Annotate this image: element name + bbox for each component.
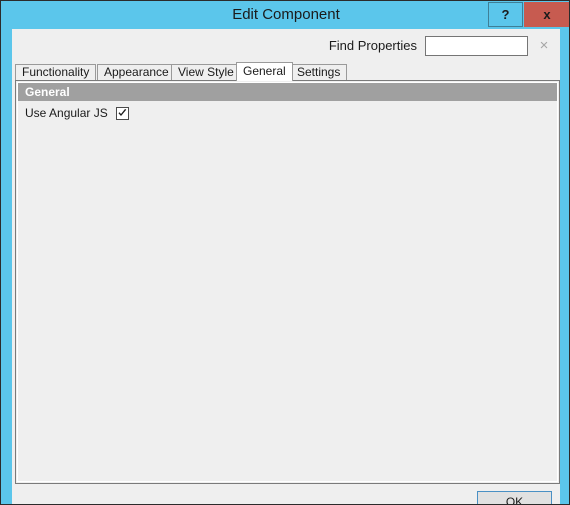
help-button[interactable]: ?: [488, 2, 523, 27]
tab-settings[interactable]: Settings: [290, 64, 348, 81]
title-bar: Edit Component ? x: [1, 1, 569, 29]
close-button[interactable]: x: [524, 2, 569, 27]
edit-component-dialog: Edit Component ? x Find Properties × Fun…: [0, 0, 570, 505]
tab-view-style[interactable]: View Style: [171, 64, 241, 81]
general-tab-panel: General Use Angular JS: [15, 80, 560, 484]
check-icon: [118, 108, 127, 116]
clear-icon[interactable]: ×: [536, 37, 552, 55]
dialog-button-row: OK: [12, 484, 560, 504]
property-row-use-angular-js: Use Angular JS: [18, 104, 129, 122]
panel-inner: General Use Angular JS: [17, 82, 558, 482]
find-properties-label: Find Properties: [328, 38, 417, 53]
use-angular-js-checkbox[interactable]: [115, 106, 129, 120]
property-label: Use Angular JS: [25, 106, 108, 120]
tab-functionality[interactable]: Functionality: [15, 64, 97, 81]
find-properties-bar: Find Properties ×: [12, 29, 560, 62]
ok-button[interactable]: OK: [477, 491, 552, 504]
dialog-client-area: Find Properties × Functionality Appearan…: [12, 29, 560, 504]
section-header-general: General: [18, 83, 557, 101]
window-title: Edit Component: [232, 6, 340, 23]
tab-general[interactable]: General: [236, 62, 293, 81]
tab-appearance[interactable]: Appearance: [97, 64, 176, 81]
tab-strip: Functionality Appearance View Style Gene…: [15, 62, 560, 81]
find-properties-input[interactable]: [425, 36, 528, 56]
